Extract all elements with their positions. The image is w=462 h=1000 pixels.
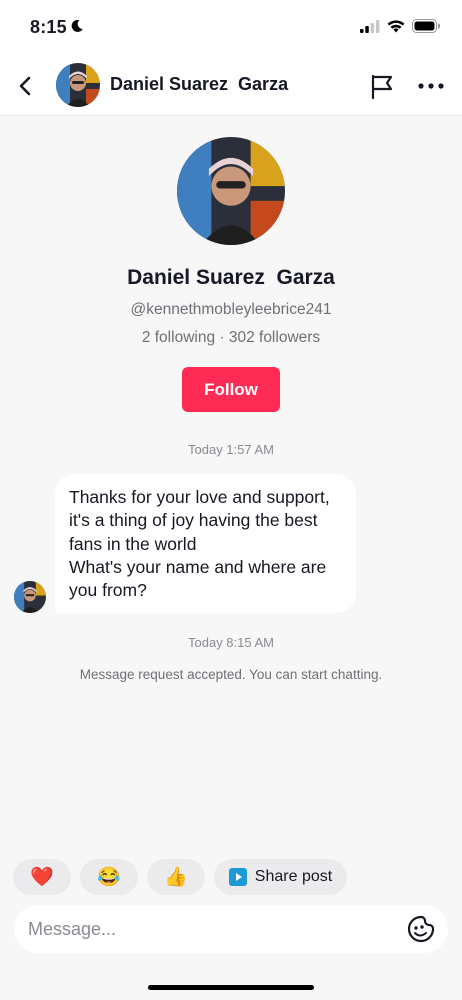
heart-reply-button[interactable]: ❤️ [13, 859, 71, 895]
message-sender-avatar[interactable] [14, 581, 46, 613]
message-bubble[interactable]: Thanks for your love and support, it's a… [55, 474, 356, 613]
status-icons [360, 19, 440, 33]
share-post-button[interactable]: Share post [214, 859, 347, 895]
message-timestamp: Today 1:57 AM [188, 442, 274, 457]
status-time: 8:15 [30, 17, 67, 37]
thumbs-up-reply-button[interactable]: 👍 [147, 859, 205, 895]
heart-emoji-icon: ❤️ [30, 867, 54, 888]
laugh-reply-button[interactable]: 😂 [80, 859, 138, 895]
sticker-icon[interactable] [406, 914, 436, 944]
share-post-label: Share post [254, 868, 333, 885]
message-input[interactable] [28, 915, 398, 943]
avatar-photo [56, 63, 100, 107]
thumbs-up-emoji-icon: 👍 [164, 867, 188, 888]
laughing-emoji-icon: 😂 [97, 867, 121, 888]
home-indicator [148, 985, 314, 990]
profile-name: Daniel Suarez Garza [127, 266, 335, 289]
cellular-signal-icon [360, 19, 380, 33]
message-composer [14, 905, 448, 953]
avatar-photo [177, 137, 285, 245]
profile-handle: @kennethmobleyleebrice241 [130, 301, 332, 318]
profile-avatar[interactable] [177, 137, 285, 245]
chat-header: Daniel Suarez Garza [0, 56, 462, 116]
wifi-icon [387, 19, 405, 32]
message-timestamp: Today 8:15 AM [188, 635, 274, 650]
avatar-photo [14, 581, 46, 613]
follow-button[interactable]: Follow [182, 367, 280, 412]
play-video-icon [228, 868, 247, 886]
header-title[interactable]: Daniel Suarez Garza [110, 74, 288, 95]
status-bar: 8:15 [0, 0, 462, 56]
system-note: Message request accepted. You can start … [79, 667, 383, 682]
flag-icon[interactable] [368, 72, 396, 100]
profile-stats: 2 following · 302 followers [141, 329, 321, 346]
more-icon[interactable] [416, 72, 446, 100]
battery-icon [412, 19, 440, 33]
back-arrow-icon[interactable] [14, 72, 38, 100]
quick-replies: ❤️ 😂 👍 Share post [13, 859, 347, 895]
moon-icon [71, 19, 83, 32]
header-avatar[interactable] [56, 63, 100, 107]
